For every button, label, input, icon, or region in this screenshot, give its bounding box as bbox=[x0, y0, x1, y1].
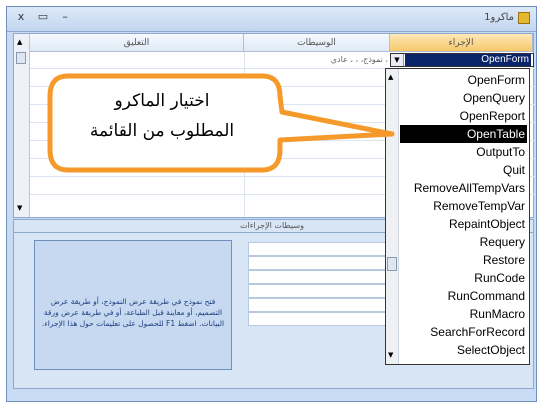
argument-field[interactable] bbox=[248, 284, 394, 298]
help-box: فتح نموذج في طريقة عرض النموذج، أو طريقة… bbox=[34, 240, 232, 370]
dropdown-item-openquery[interactable]: OpenQuery bbox=[400, 89, 527, 107]
dropdown-item-restore[interactable]: Restore bbox=[400, 251, 527, 269]
scroll-thumb[interactable] bbox=[387, 257, 397, 271]
scroll-thumb[interactable] bbox=[16, 52, 26, 64]
macro-icon bbox=[518, 12, 530, 24]
dropdown-item-runcommand[interactable]: RunCommand bbox=[400, 287, 527, 305]
column-header-action[interactable]: الإجراء bbox=[390, 34, 533, 52]
column-header-comment[interactable]: التعليق bbox=[30, 34, 244, 52]
dropdown-item-openform[interactable]: OpenForm bbox=[400, 71, 527, 89]
chevron-down-icon[interactable]: ▼ bbox=[391, 54, 404, 66]
dropdown-item-requery[interactable]: Requery bbox=[400, 233, 527, 251]
help-text: فتح نموذج في طريقة عرض النموذج، أو طريقة… bbox=[41, 297, 225, 328]
action-combobox-value[interactable]: OpenForm bbox=[405, 54, 531, 66]
dropdown-item-selectobject[interactable]: SelectObject bbox=[400, 341, 527, 359]
argument-field[interactable] bbox=[248, 256, 394, 270]
callout-text: اختيار الماكرو المطلوب من القائمة bbox=[62, 86, 262, 146]
dropdown-item-quit[interactable]: Quit bbox=[400, 161, 527, 179]
dropdown-item-outputto[interactable]: OutputTo bbox=[400, 143, 527, 161]
restore-button[interactable]: ▭ bbox=[35, 10, 51, 23]
argument-field[interactable] bbox=[248, 270, 394, 284]
argument-field[interactable] bbox=[248, 298, 394, 312]
grid-scrollbar[interactable]: ▲ ▼ bbox=[14, 34, 30, 217]
dropdown-item-removetempvar[interactable]: RemoveTempVar bbox=[400, 197, 527, 215]
dropdown-item-opentable[interactable]: OpenTable bbox=[400, 125, 527, 143]
argument-field[interactable] bbox=[248, 242, 394, 256]
column-header-arguments[interactable]: الوسيطات bbox=[244, 34, 390, 52]
argument-field[interactable] bbox=[248, 312, 394, 326]
action-combobox[interactable]: ▼ OpenForm bbox=[390, 53, 534, 67]
dropdown-item-removealltempvars[interactable]: RemoveAllTempVars bbox=[400, 179, 527, 197]
callout-line-1: اختيار الماكرو bbox=[114, 91, 210, 111]
dropdown-item-runcode[interactable]: RunCode bbox=[400, 269, 527, 287]
arguments-cell[interactable]: ، نموذج، ، ، عادي bbox=[246, 55, 388, 64]
callout-line-2: المطلوب من القائمة bbox=[89, 121, 235, 141]
scroll-down-icon[interactable]: ▼ bbox=[388, 351, 393, 359]
dropdown-item-runmacro[interactable]: RunMacro bbox=[400, 305, 527, 323]
close-button[interactable]: x bbox=[13, 10, 29, 23]
title-bar: x ▭ – ماكرو1 bbox=[7, 7, 536, 32]
dropdown-item-repaintobject[interactable]: RepaintObject bbox=[400, 215, 527, 233]
action-dropdown-list[interactable]: ▲ ▼ OpenForm OpenQuery OpenReport OpenTa… bbox=[385, 68, 530, 365]
dropdown-scrollbar[interactable]: ▲ ▼ bbox=[386, 69, 399, 364]
window-title: ماكرو1 bbox=[484, 12, 514, 23]
scroll-up-icon[interactable]: ▲ bbox=[388, 73, 393, 81]
minimize-button[interactable]: – bbox=[57, 10, 73, 23]
scroll-down-icon[interactable]: ▼ bbox=[17, 204, 22, 212]
dropdown-item-searchforrecord[interactable]: SearchForRecord bbox=[400, 323, 527, 341]
scroll-up-icon[interactable]: ▲ bbox=[17, 38, 22, 46]
dropdown-item-openreport[interactable]: OpenReport bbox=[400, 107, 527, 125]
arguments-title: وسيطات الإجراءات bbox=[240, 221, 304, 230]
